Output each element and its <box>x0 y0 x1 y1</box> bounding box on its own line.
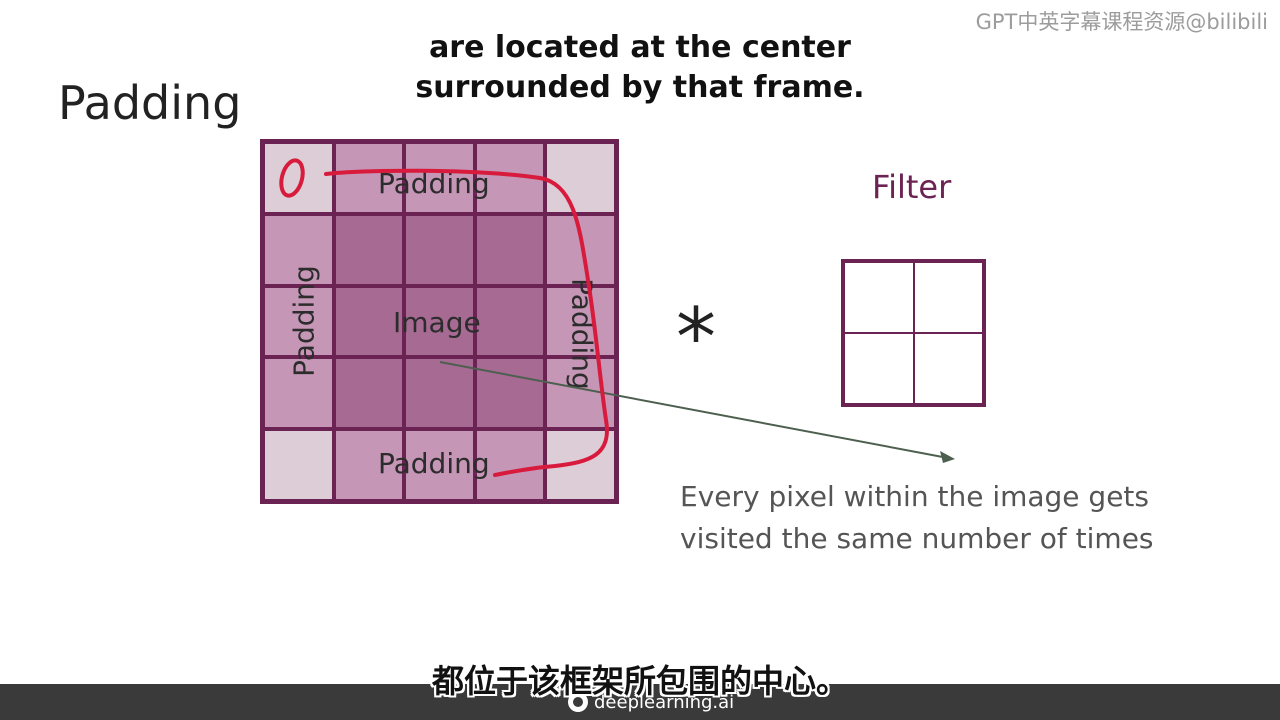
explanation-line-2: visited the same number of times <box>680 522 1154 555</box>
filter-cell <box>913 333 983 404</box>
english-subtitle-line-1: are located at the center <box>429 30 851 65</box>
padding-label-left: Padding <box>287 265 321 377</box>
filter-cell <box>913 262 983 333</box>
chinese-subtitle: 都位于该框架所包围的中心。 <box>431 662 848 700</box>
grid-cell-padding <box>545 213 616 286</box>
grid-cell-corner <box>545 142 616 214</box>
grid-cell-image <box>474 357 546 430</box>
grid-cell-image <box>404 213 475 286</box>
english-subtitle: are located at the center surrounded by … <box>0 28 1280 108</box>
grid-cell-image <box>404 357 475 430</box>
grid-cell-corner <box>545 429 616 501</box>
explanation-note: Every pixel within the image gets visite… <box>680 476 1154 560</box>
padding-label-top: Padding <box>378 167 490 200</box>
filter-grid <box>841 259 986 407</box>
padding-label-right: Padding <box>565 278 599 390</box>
grid-cell-image <box>333 357 405 430</box>
slide: Padding GPT中英字幕课程资源@bilibili are located… <box>0 0 1280 720</box>
padded-image-grid: Padding Padding Image Padding Padding <box>260 139 619 504</box>
padding-label-bottom: Padding <box>378 447 490 480</box>
grid-cell-image <box>333 213 405 286</box>
grid-cell-image <box>474 285 546 358</box>
image-label: Image <box>393 306 481 339</box>
arrow-head <box>940 451 955 463</box>
filter-cell <box>844 262 914 333</box>
grid-cell-corner <box>263 142 334 214</box>
convolution-operator: * <box>676 291 716 384</box>
filter-title: Filter <box>872 168 952 206</box>
grid-cell-corner <box>263 429 334 501</box>
grid-cell-image <box>474 213 546 286</box>
filter-cell <box>844 333 914 404</box>
english-subtitle-line-2: surrounded by that frame. <box>415 70 865 105</box>
explanation-line-1: Every pixel within the image gets <box>680 480 1149 513</box>
